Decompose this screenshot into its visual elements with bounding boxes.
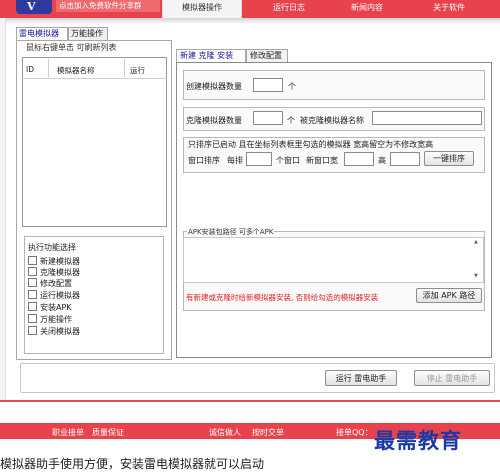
create-count-unit: 个: [288, 82, 296, 91]
create-count-input[interactable]: [253, 78, 283, 92]
tab-create-clone-install[interactable]: 新建 克隆 安装: [176, 49, 246, 62]
clone-count-unit: 个: [287, 116, 295, 125]
apk-install-warning: 有新建或克隆时给新模拟器安装, 否则给勾选的模拟器安装: [186, 293, 379, 302]
footer-divider: [0, 400, 500, 424]
height-input[interactable]: [390, 152, 420, 166]
new-width-label: 新窗口宽: [306, 156, 338, 165]
footer-item: 按时交单: [252, 428, 284, 437]
checkbox-box[interactable]: [28, 290, 37, 299]
clone-source-input[interactable]: [372, 111, 482, 125]
tab-universal-ops[interactable]: 万能操作: [68, 27, 108, 40]
refresh-hint: 鼠标右键单击 可刷新列表: [26, 43, 117, 52]
watermark: 最需教育: [374, 428, 462, 453]
checkbox-modify-config[interactable]: 修改配置: [28, 278, 72, 288]
checkbox-box[interactable]: [28, 267, 37, 276]
function-select-title: 执行功能选择: [28, 243, 76, 252]
header-shadow: [0, 18, 500, 23]
checkbox-label: 克隆模拟器: [40, 268, 80, 277]
add-apk-path-button[interactable]: 添加 APK 路径: [416, 288, 482, 303]
app-logo: V: [16, 0, 52, 14]
column-emulator-name[interactable]: 模拟器名称: [57, 65, 95, 76]
apk-path-textarea[interactable]: [183, 237, 484, 283]
footer-item: 职业接单: [52, 428, 84, 437]
checkbox-close-emulator[interactable]: 关闭模拟器: [28, 326, 80, 336]
checkbox-create-emulator[interactable]: 新建模拟器: [28, 256, 80, 266]
caption: 模拟器助手使用方便，安装雷电模拟器就可以启动: [0, 457, 265, 471]
join-group-link[interactable]: 点击加入免费软件分享群: [56, 0, 160, 12]
create-count-label: 创建模拟器数量: [186, 82, 242, 91]
per-row-label: 每排: [227, 156, 243, 165]
tab-emulator-ops[interactable]: 模拟器操作: [162, 0, 242, 18]
new-width-input[interactable]: [344, 152, 374, 166]
clone-count-label: 克隆模拟器数量: [186, 116, 242, 125]
per-row-input[interactable]: [246, 152, 272, 166]
checkbox-box[interactable]: [28, 302, 37, 311]
sort-note: 只排序已启动 且在坐标列表框里勾选的模拟器 宽高留空为不修改宽高: [188, 140, 434, 149]
clone-source-label: 被克隆模拟器名称: [300, 116, 364, 125]
tab-leidian-emulator[interactable]: 雷电模拟器: [16, 27, 68, 40]
checkbox-label: 万能操作: [40, 315, 72, 324]
run-helper-button[interactable]: 运行 雷电助手: [325, 370, 397, 386]
checkbox-clone-emulator[interactable]: 克隆模拟器: [28, 267, 80, 277]
window-sort-label: 窗口排序: [188, 156, 220, 165]
scroll-up-icon[interactable]: ▲: [474, 239, 478, 245]
checkbox-label: 修改配置: [40, 279, 72, 288]
footer-item: 诚信做人: [209, 428, 241, 437]
tab-modify-config[interactable]: 修改配置: [246, 49, 288, 62]
tab-run-log[interactable]: 运行日志: [254, 0, 324, 18]
checkbox-box[interactable]: [28, 326, 37, 335]
checkbox-install-apk[interactable]: 安装APK: [28, 302, 72, 312]
height-label: 高: [378, 156, 386, 165]
per-row-unit: 个窗口: [276, 156, 300, 165]
one-click-sort-button[interactable]: 一键排序: [424, 151, 474, 166]
column-running[interactable]: 运行: [130, 65, 145, 76]
checkbox-box[interactable]: [28, 278, 37, 287]
emulator-list[interactable]: [22, 57, 167, 227]
checkbox-box[interactable]: [28, 256, 37, 265]
footer-item: 质量保证: [92, 428, 124, 437]
footer-qq: 接单QQ：: [336, 428, 373, 437]
column-divider[interactable]: [124, 59, 125, 77]
checkbox-label: 运行模拟器: [40, 291, 80, 300]
checkbox-label: 安装APK: [40, 303, 72, 312]
column-id[interactable]: ID: [26, 65, 34, 74]
apk-path-label: APK安装包路径 可多个APK: [187, 227, 275, 237]
checkbox-label: 新建模拟器: [40, 257, 80, 266]
checkbox-universal-ops[interactable]: 万能操作: [28, 314, 72, 324]
clone-count-input[interactable]: [253, 111, 283, 125]
tab-about[interactable]: 关于软件: [414, 0, 484, 18]
checkbox-box[interactable]: [28, 314, 37, 323]
window-edge: [0, 18, 6, 428]
scroll-down-icon[interactable]: ▼: [474, 273, 478, 279]
tab-news[interactable]: 新闻内容: [332, 0, 402, 18]
checkbox-label: 关闭模拟器: [40, 327, 80, 336]
checkbox-run-emulator[interactable]: 运行模拟器: [28, 290, 80, 300]
column-divider[interactable]: [48, 59, 49, 77]
stop-helper-button[interactable]: 停止 雷电助手: [414, 370, 490, 386]
